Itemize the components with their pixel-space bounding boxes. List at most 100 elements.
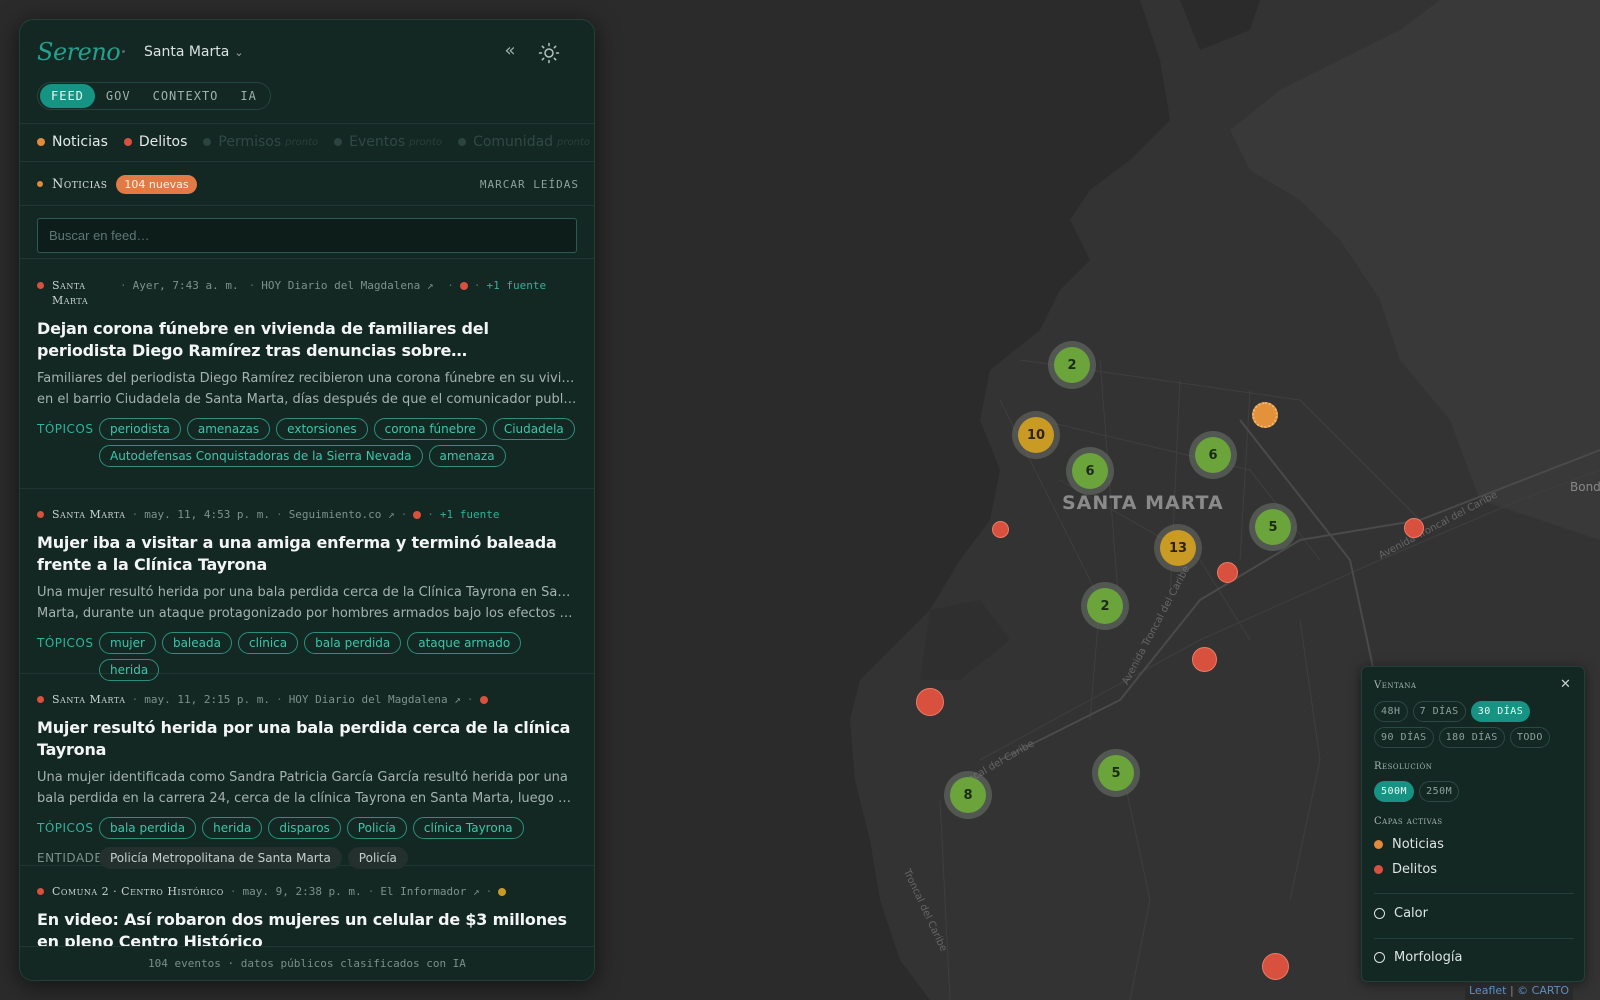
topic-tag[interactable]: clínica [237, 632, 299, 654]
meta-separator: · [473, 279, 481, 292]
map-cluster[interactable]: 2 [1054, 347, 1090, 383]
resolution-option[interactable]: 250M [1419, 781, 1460, 802]
map-cluster[interactable]: 6 [1072, 453, 1108, 489]
topic-tag[interactable]: bala perdida [304, 632, 402, 654]
extra-sources-link[interactable]: +1 fuente [440, 507, 500, 522]
brand-logo[interactable]: Sereno [37, 38, 121, 66]
topic-tag[interactable]: amenaza [428, 445, 506, 467]
mark-read-button[interactable]: MARCAR LEÍDAS [480, 178, 579, 191]
map-crime-marker[interactable] [1262, 953, 1289, 980]
topic-tag[interactable]: Policía [346, 817, 407, 839]
topic-tag[interactable]: amenazas [186, 418, 271, 440]
topics-label: TÓPICOS [37, 636, 94, 650]
topic-tag[interactable]: Autodefensas Conquistadoras de la Sierra… [99, 445, 423, 467]
topic-tag[interactable]: periodista [99, 418, 181, 440]
window-option[interactable]: 48H [1374, 701, 1408, 722]
news-color-dot [37, 181, 43, 187]
card-summary: Una mujer resultó herida por una bala pe… [37, 582, 577, 624]
layer-toggle-delitos[interactable]: Delitos [123, 134, 187, 150]
active-layer-noticias[interactable]: Noticias [1374, 837, 1444, 852]
city-selector-label: Santa Marta [144, 44, 230, 60]
card-meta: Santa Marta · may. 11, 2:15 p. m. · HOY … [37, 692, 577, 707]
map-crime-marker[interactable] [916, 688, 944, 716]
map-place-label: Bond [1570, 480, 1600, 494]
summary-line: bala perdida en la carrera 24, cerca de … [37, 791, 577, 806]
news-feed-list[interactable]: Santa Marta · Ayer, 7:43 a. m. · HOY Dia… [20, 260, 594, 946]
feed-search-input[interactable] [37, 218, 577, 253]
active-layer-delitos[interactable]: Delitos [1374, 862, 1437, 877]
card-source-link[interactable]: El Informador ↗ [380, 884, 479, 899]
map-cluster[interactable]: 2 [1087, 588, 1123, 624]
map-cluster[interactable]: 10 [1018, 417, 1054, 453]
collapse-sidebar-button[interactable]: « [500, 42, 520, 62]
layer-label: Comunidad [473, 134, 554, 150]
topic-tags: bala perdida herida disparos Policía clí… [99, 817, 524, 839]
tab-ia[interactable]: IA [229, 84, 267, 108]
window-option[interactable]: TODO [1509, 727, 1550, 748]
map-cluster[interactable]: 6 [1195, 437, 1231, 473]
topic-tag[interactable]: Ciudadela [492, 418, 575, 440]
header-separator [122, 50, 125, 53]
layer-color-dot [334, 138, 343, 146]
theme-toggle-button[interactable] [538, 42, 560, 64]
card-title[interactable]: Mujer resultó herida por una bala perdid… [37, 717, 577, 761]
topic-tag[interactable]: clínica Tayrona [412, 817, 524, 839]
window-option[interactable]: 30 DÍAS [1470, 701, 1531, 722]
topic-tag[interactable]: ataque armado [407, 632, 522, 654]
sidebar-panel: Sereno Santa Marta ⌄ « FEED GOV CONTEXTO … [19, 19, 595, 981]
card-source-link[interactable]: Seguimiento.co ↗ [289, 507, 395, 522]
window-option[interactable]: 7 DÍAS [1412, 701, 1466, 722]
resolution-option[interactable]: 500M [1374, 781, 1415, 802]
active-layer-label: Noticias [1392, 837, 1444, 852]
toggle-morfologia[interactable]: Morfología [1374, 950, 1462, 965]
topic-tag[interactable]: mujer [99, 632, 156, 654]
card-source-link[interactable]: HOY Diario del Magdalena ↗ [289, 692, 461, 707]
feed-card[interactable]: Comuna 2 · Centro Histórico · may. 9, 2:… [20, 866, 594, 946]
card-title[interactable]: Mujer iba a visitar a una amiga enferma … [37, 532, 577, 576]
close-panel-button[interactable]: ✕ [1560, 677, 1571, 692]
card-source-link[interactable]: HOY Diario del Magdalena ↗ [261, 278, 441, 293]
tab-feed[interactable]: FEED [40, 84, 95, 108]
card-title[interactable]: En video: Así robaron dos mujeres un cel… [37, 909, 577, 946]
feed-card[interactable]: Santa Marta · may. 11, 4:53 p. m. · Segu… [20, 489, 594, 681]
map-news-marker[interactable] [1252, 402, 1278, 428]
layer-toggle-comunidad: Comunidad pronto [458, 134, 590, 150]
extra-sources-link[interactable]: +1 fuente [487, 278, 557, 293]
topics-label: TÓPICOS [37, 422, 94, 436]
meta-separator: · [248, 279, 256, 292]
meta-separator: · [229, 885, 237, 898]
carto-link[interactable]: © CARTO [1517, 984, 1569, 997]
toggle-calor[interactable]: Calor [1374, 906, 1428, 921]
map-crime-marker[interactable] [1192, 647, 1217, 672]
map-crime-marker[interactable] [1404, 518, 1424, 538]
topic-tag[interactable]: corona fúnebre [373, 418, 487, 440]
leaflet-link[interactable]: Leaflet [1469, 984, 1506, 997]
feed-card[interactable]: Santa Marta · Ayer, 7:43 a. m. · HOY Dia… [20, 260, 594, 489]
feed-card[interactable]: Santa Marta · may. 11, 2:15 p. m. · HOY … [20, 674, 594, 869]
map-crime-marker[interactable] [1217, 562, 1238, 583]
tab-contexto[interactable]: CONTEXTO [142, 84, 230, 108]
window-option[interactable]: 180 DÍAS [1438, 727, 1505, 748]
topic-tag[interactable]: extorsiones [276, 418, 368, 440]
map-crime-marker[interactable] [992, 521, 1009, 538]
city-selector[interactable]: Santa Marta ⌄ [144, 44, 244, 60]
map-cluster[interactable]: 13 [1160, 530, 1196, 566]
active-layer-label: Delitos [1392, 862, 1438, 877]
map-cluster[interactable]: 5 [1255, 509, 1291, 545]
layer-toggle-noticias[interactable]: Noticias [37, 134, 108, 150]
tab-gov[interactable]: GOV [95, 84, 142, 108]
radio-icon [1374, 908, 1385, 919]
layer-label: Noticias [52, 134, 108, 150]
map-cluster[interactable]: 5 [1098, 755, 1134, 791]
topic-tag[interactable]: disparos [268, 817, 341, 839]
source-dot [459, 282, 468, 290]
window-option[interactable]: 90 DÍAS [1374, 727, 1434, 748]
divider [20, 205, 594, 206]
topics-row: TÓPICOS periodista amenazas extorsiones … [37, 418, 577, 467]
category-dot [37, 696, 44, 703]
topic-tag[interactable]: bala perdida [99, 817, 197, 839]
card-title[interactable]: Dejan corona fúnebre en vivienda de fami… [37, 318, 577, 362]
topic-tag[interactable]: herida [202, 817, 263, 839]
topic-tag[interactable]: baleada [161, 632, 232, 654]
map-cluster[interactable]: 8 [950, 777, 986, 813]
